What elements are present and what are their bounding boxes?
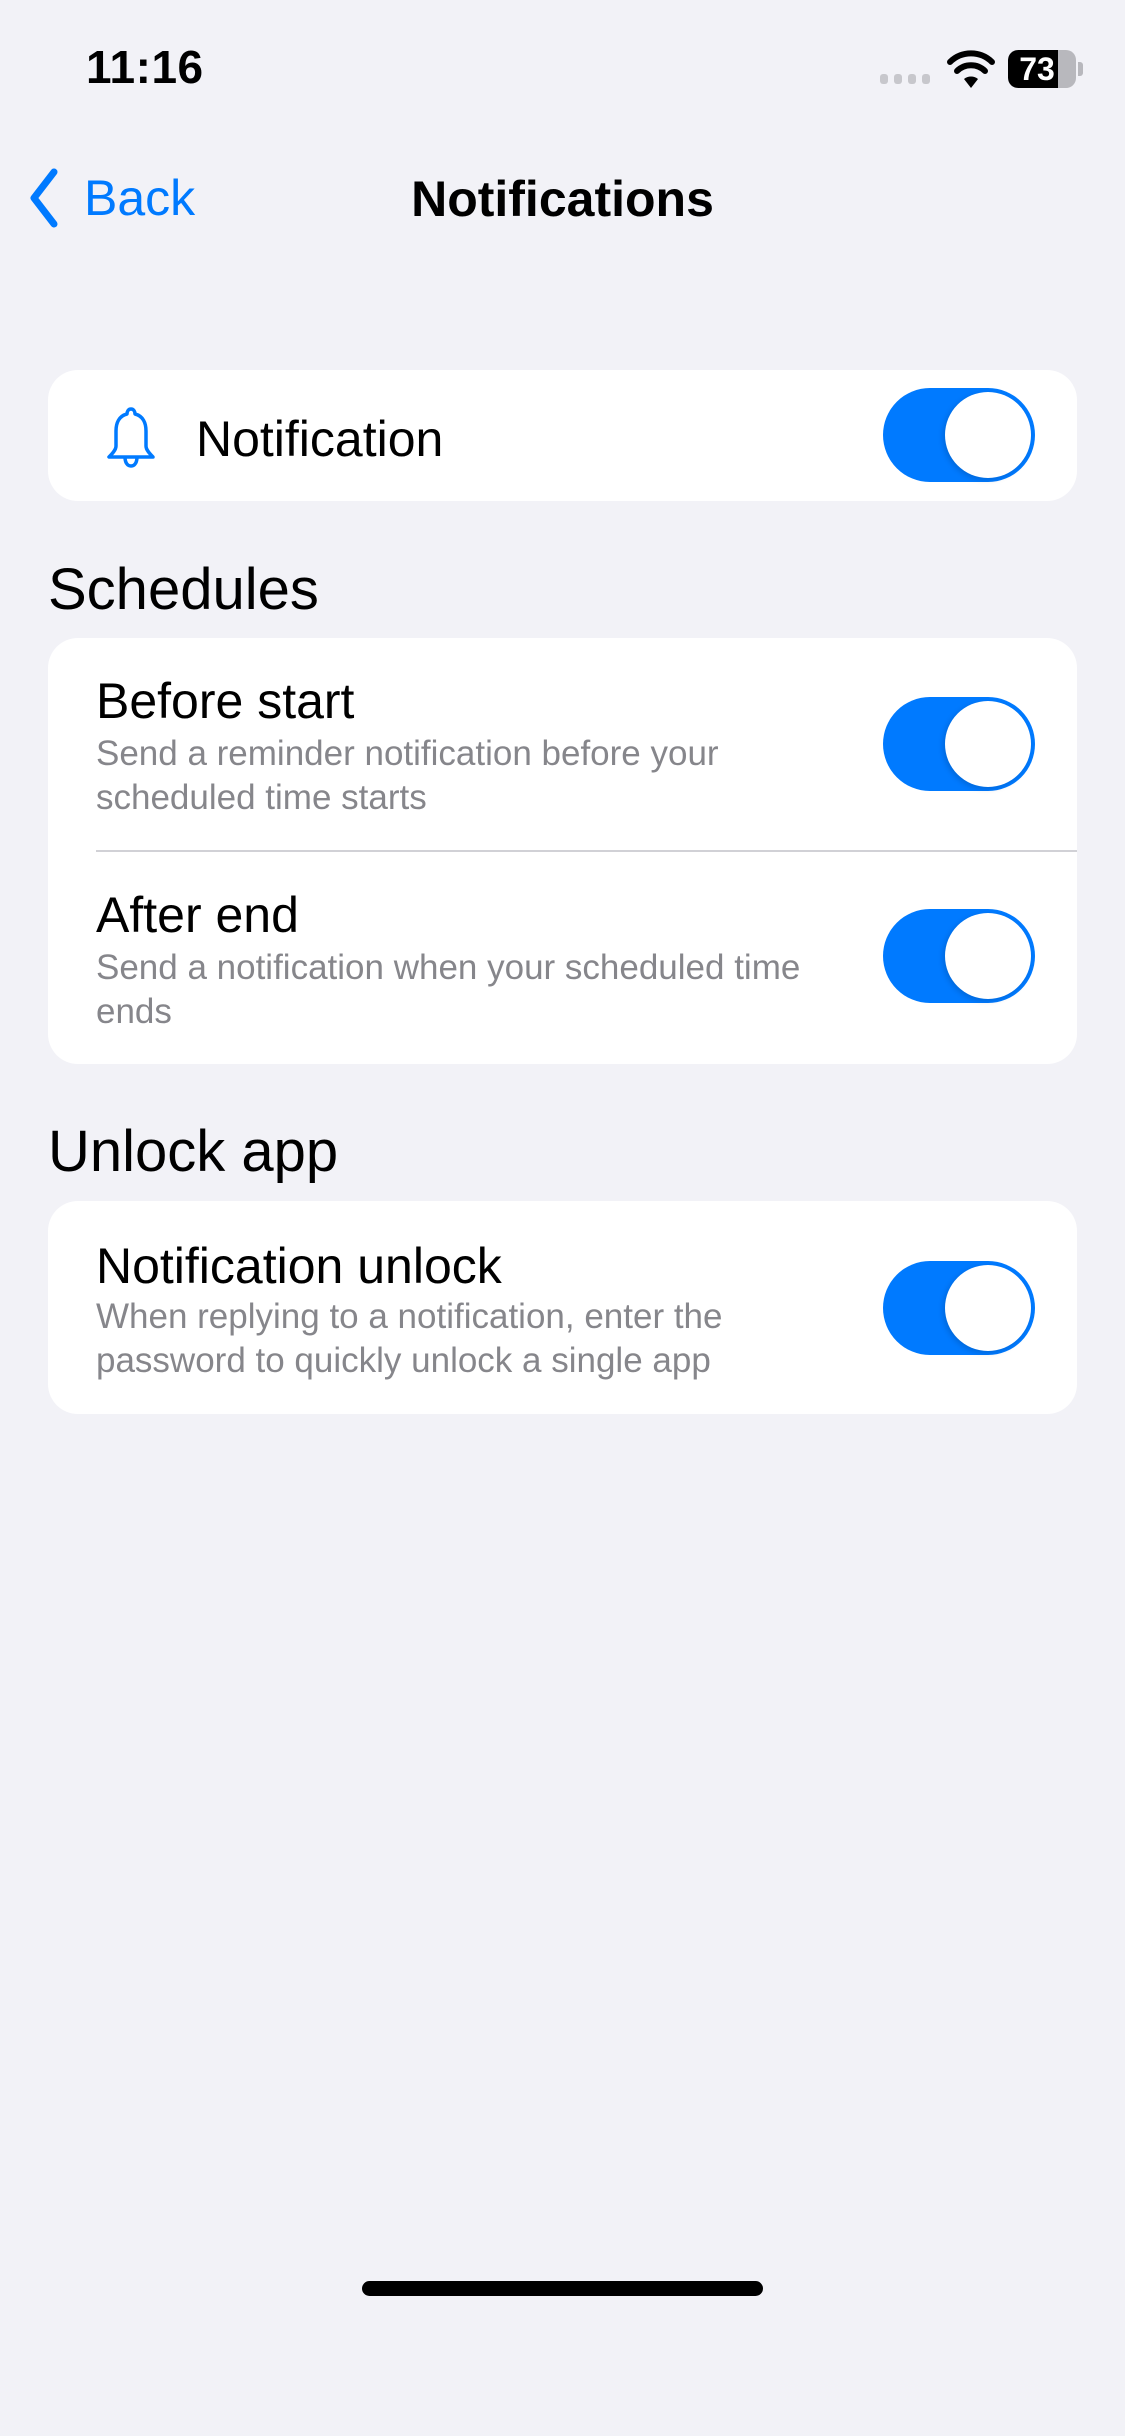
before-start-toggle[interactable] bbox=[883, 697, 1035, 791]
after-end-toggle[interactable] bbox=[883, 909, 1035, 1003]
page-title: Notifications bbox=[411, 171, 714, 227]
before-start-description: Send a reminder notification before your… bbox=[96, 734, 719, 817]
after-end-row: After end Send a notification when your … bbox=[48, 852, 1077, 1064]
schedules-card: Before start Send a reminder notificatio… bbox=[48, 638, 1077, 1064]
toggle-knob bbox=[945, 392, 1031, 478]
after-end-title: After end bbox=[96, 887, 299, 943]
wifi-icon bbox=[947, 50, 995, 88]
status-time: 11:16 bbox=[86, 41, 204, 93]
bell-icon bbox=[107, 407, 155, 468]
navigation-bar: Back Notifications bbox=[0, 150, 1125, 250]
notification-unlock-row: Notification unlock When replying to a n… bbox=[48, 1201, 1077, 1414]
section-header-unlock-app: Unlock app bbox=[48, 1119, 339, 1184]
battery-icon: 73 bbox=[1008, 50, 1076, 88]
before-start-row: Before start Send a reminder notificatio… bbox=[48, 638, 1077, 850]
cellular-signal-icon bbox=[880, 74, 930, 84]
notification-card: Notification bbox=[48, 370, 1077, 501]
battery-cap bbox=[1078, 62, 1083, 76]
home-indicator[interactable] bbox=[362, 2281, 763, 2296]
toggle-knob bbox=[945, 701, 1031, 787]
unlock-app-card: Notification unlock When replying to a n… bbox=[48, 1201, 1077, 1414]
status-bar: 11:16 73 bbox=[0, 0, 1125, 130]
notification-unlock-title: Notification unlock bbox=[96, 1238, 502, 1294]
toggle-knob bbox=[945, 913, 1031, 999]
after-end-description: Send a notification when your scheduled … bbox=[96, 948, 801, 1031]
notification-unlock-toggle[interactable] bbox=[883, 1261, 1035, 1355]
notification-unlock-description: When replying to a notification, enter t… bbox=[96, 1297, 723, 1380]
before-start-title: Before start bbox=[96, 673, 355, 729]
section-header-schedules: Schedules bbox=[48, 557, 319, 622]
notification-toggle[interactable] bbox=[883, 388, 1035, 482]
toggle-knob bbox=[945, 1265, 1031, 1351]
battery-percent: 73 bbox=[1019, 51, 1055, 87]
notification-label: Notification bbox=[196, 411, 444, 467]
